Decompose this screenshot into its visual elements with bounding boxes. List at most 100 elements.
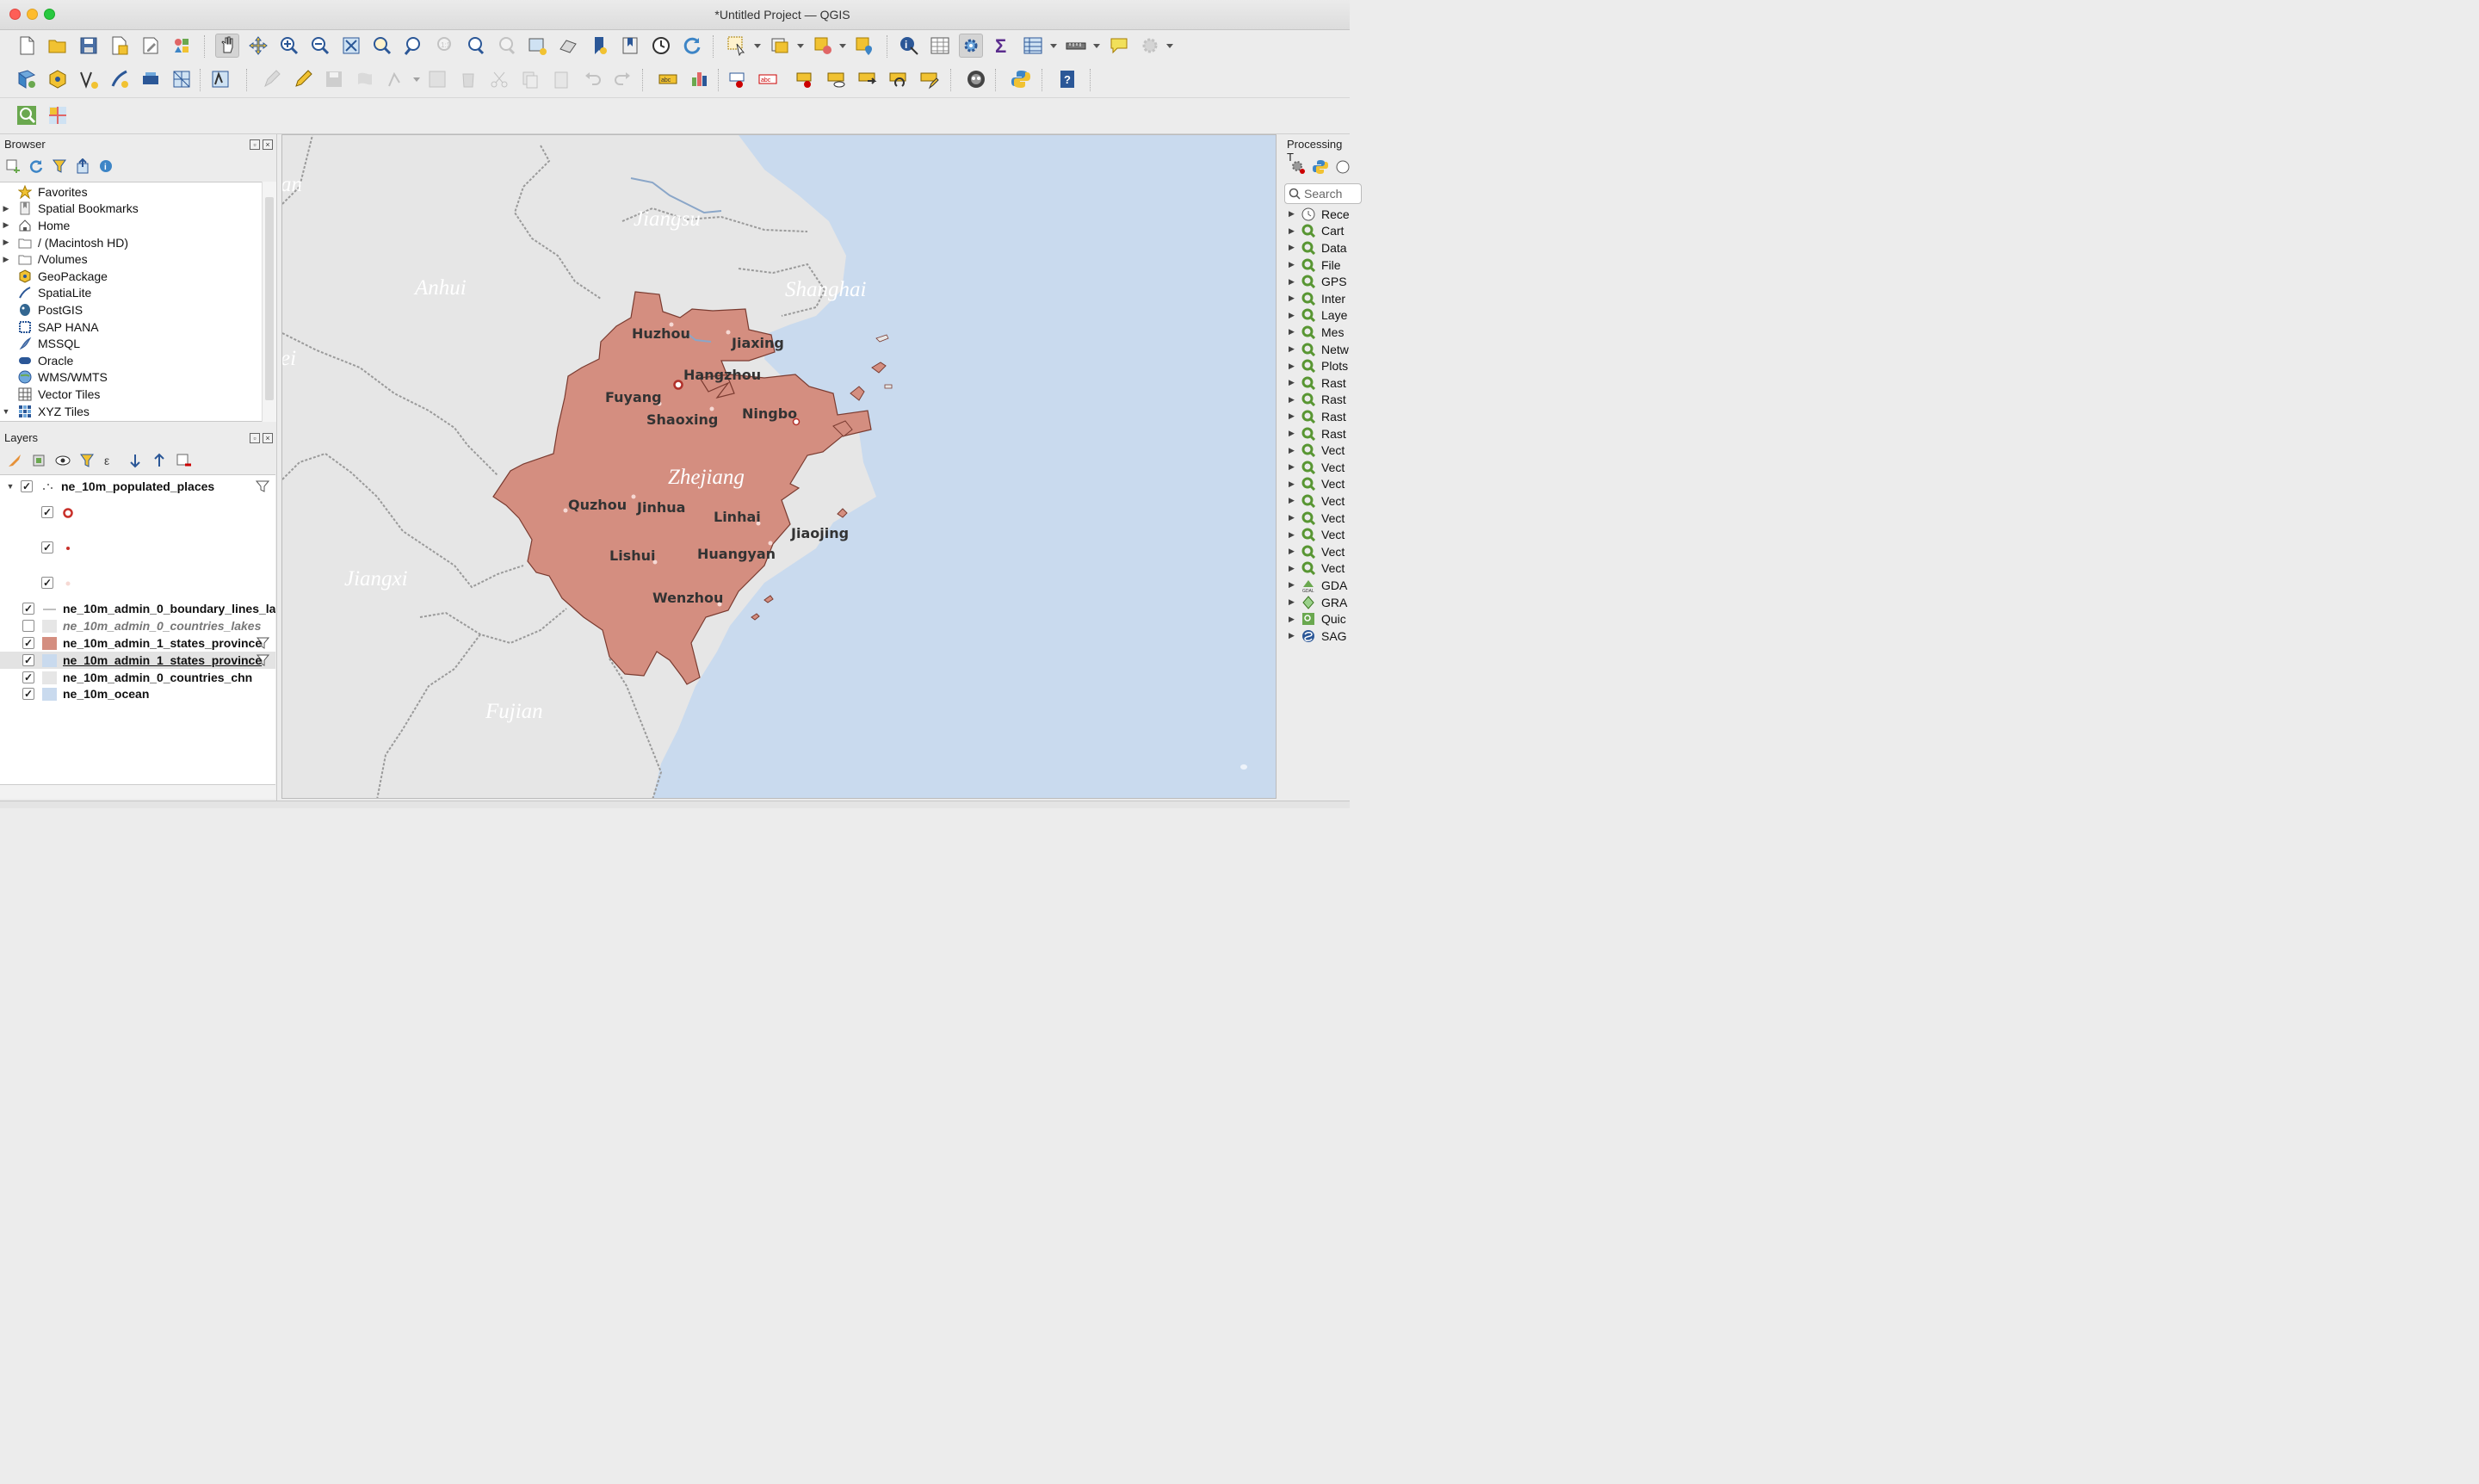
collapse-all-icon[interactable] [75, 158, 90, 174]
zoom-to-layer-icon[interactable] [401, 34, 425, 58]
processing-provider-item[interactable]: ▶ File [1289, 257, 1341, 274]
layer-filter-icon[interactable] [256, 653, 270, 670]
copy-icon[interactable] [518, 67, 542, 91]
zoom-out-icon[interactable] [308, 34, 332, 58]
processing-provider-item[interactable]: ▶ GRA [1289, 594, 1347, 611]
digitize-icon[interactable] [77, 67, 101, 91]
statistics-icon[interactable]: Σ [990, 34, 1014, 58]
processing-provider-item[interactable]: ▶ Vect [1289, 492, 1345, 510]
expand-arrow-icon[interactable]: ▶ [1289, 615, 1301, 624]
expand-all-icon[interactable] [127, 453, 143, 468]
vertex-tools-icon[interactable] [384, 67, 408, 91]
settings-gear-icon[interactable] [1138, 34, 1162, 58]
expand-arrow-icon[interactable]: ▶ [1289, 294, 1301, 303]
processing-provider-item[interactable]: ▶ Mes [1289, 324, 1344, 341]
delete-selected-icon[interactable] [456, 67, 480, 91]
toggle-editing-icon[interactable] [260, 67, 284, 91]
move-label-icon[interactable] [856, 67, 880, 91]
collapse-arrow-icon[interactable]: ▼ [0, 482, 21, 491]
processing-provider-item[interactable]: ▶ Vect [1289, 476, 1345, 493]
expand-arrow-icon[interactable]: ▶ [1289, 277, 1301, 287]
scripts-icon[interactable] [1313, 159, 1328, 177]
layer-filter-icon[interactable] [256, 636, 270, 652]
expand-arrow-icon[interactable]: ▶ [1289, 496, 1301, 505]
layer-visibility-checkbox[interactable]: ✓ [41, 577, 53, 589]
processing-provider-item[interactable]: ▶ Vect [1289, 543, 1345, 560]
processing-provider-item[interactable]: ▶ Rast [1289, 392, 1346, 409]
layer-visibility-checkbox[interactable]: ✓ [22, 688, 34, 700]
layer-visibility-checkbox[interactable]: ✓ [22, 671, 34, 683]
identify-icon[interactable]: i [897, 34, 921, 58]
properties-info-icon[interactable]: i [98, 158, 114, 174]
browser-item[interactable]: MSSQL [0, 335, 80, 352]
filter-expression-icon[interactable]: ε [103, 453, 119, 468]
open-project-icon[interactable] [46, 34, 70, 58]
attribute-table-icon[interactable] [928, 34, 952, 58]
layer-row[interactable]: ✓ ne_10m_admin_0_countries_chn [0, 669, 252, 686]
processing-provider-item[interactable]: ▶ Rast [1289, 374, 1346, 392]
legend-symbol-row[interactable]: ✓ [0, 539, 82, 556]
processing-provider-item[interactable]: ▶ Data [1289, 239, 1347, 257]
expand-arrow-icon[interactable]: ▶ [0, 220, 12, 230]
expand-arrow-icon[interactable]: ▶ [1289, 209, 1301, 219]
processing-provider-item[interactable]: ▶ GDAL GDA [1289, 577, 1347, 594]
expand-arrow-icon[interactable]: ▶ [1289, 362, 1301, 371]
layer-filter-icon[interactable] [255, 479, 270, 497]
close-browser-button[interactable]: × [263, 139, 273, 150]
expand-arrow-icon[interactable]: ▶ [1289, 564, 1301, 573]
expand-arrow-icon[interactable]: ▶ [1289, 530, 1301, 540]
layer-visibility-checkbox[interactable]: ✓ [22, 654, 34, 666]
layer-visibility-checkbox[interactable]: ✓ [41, 541, 53, 553]
processing-provider-item[interactable]: ▶ Vect [1289, 442, 1345, 459]
expand-arrow-icon[interactable]: ▶ [1289, 243, 1301, 252]
collapse-all-layers-icon[interactable] [151, 453, 167, 468]
pin-labels-icon[interactable] [726, 67, 751, 91]
expand-arrow-icon[interactable]: ▶ [1289, 547, 1301, 556]
quickmapservices-icon[interactable] [15, 103, 39, 127]
expand-arrow-icon[interactable]: ▶ [1289, 311, 1301, 320]
layer-visibility-checkbox[interactable]: ✓ [22, 637, 34, 649]
processing-toolbox-icon[interactable] [959, 34, 983, 58]
zoom-native-icon[interactable]: 1:1 [432, 34, 456, 58]
temporal-controller-icon[interactable] [649, 34, 673, 58]
diagram-icon[interactable] [687, 67, 711, 91]
python-console-icon[interactable] [1009, 67, 1033, 91]
expand-arrow-icon[interactable]: ▶ [1289, 513, 1301, 522]
select-features-icon[interactable] [725, 34, 749, 58]
browser-item[interactable]: SAP HANA [0, 318, 99, 336]
refresh-icon[interactable] [680, 34, 704, 58]
expand-arrow-icon[interactable]: ▶ [1289, 226, 1301, 236]
layer-visibility-checkbox[interactable] [22, 620, 34, 632]
float-browser-button[interactable]: ▫ [250, 139, 260, 150]
rotate-label-icon[interactable] [887, 67, 911, 91]
browser-item[interactable]: GeoPackage [0, 268, 108, 285]
new-geopackage-layer-icon[interactable] [46, 67, 70, 91]
close-layers-button[interactable]: × [263, 433, 273, 443]
expand-arrow-icon[interactable]: ▶ [1289, 378, 1301, 387]
expand-arrow-icon[interactable]: ▶ [1289, 260, 1301, 269]
layer-row[interactable]: ne_10m_admin_0_countries_lakes [0, 617, 261, 634]
change-label-icon[interactable] [918, 67, 942, 91]
browser-item[interactable]: Oracle [0, 352, 73, 369]
processing-provider-item[interactable]: ▶ Vect [1289, 526, 1345, 543]
current-edits-icon[interactable] [291, 67, 315, 91]
expand-arrow-icon[interactable]: ▶ [1289, 327, 1301, 337]
processing-provider-item[interactable]: ▶ Inter [1289, 290, 1345, 307]
cut-icon[interactable] [487, 67, 511, 91]
history-icon[interactable] [1335, 159, 1351, 177]
processing-provider-item[interactable]: ▶ Cart [1289, 223, 1344, 240]
browser-item[interactable]: ▶ / (Macintosh HD) [0, 234, 129, 251]
filter-legend-icon[interactable] [79, 453, 95, 468]
pan-icon[interactable] [215, 34, 239, 58]
refresh-browser-icon[interactable] [28, 158, 44, 174]
show-hide-labels-icon[interactable] [794, 67, 818, 91]
undo-icon[interactable] [580, 67, 604, 91]
save-edits-icon[interactable] [322, 67, 346, 91]
zoom-full-icon[interactable] [339, 34, 363, 58]
processing-provider-item[interactable]: ▶ Quic [1289, 610, 1346, 628]
float-layers-button[interactable]: ▫ [250, 433, 260, 443]
paste-icon[interactable] [549, 67, 573, 91]
expand-arrow-icon[interactable]: ▶ [1289, 429, 1301, 438]
remove-layer-icon[interactable] [176, 453, 191, 468]
processing-provider-item[interactable]: ▶ Netw [1289, 341, 1349, 358]
